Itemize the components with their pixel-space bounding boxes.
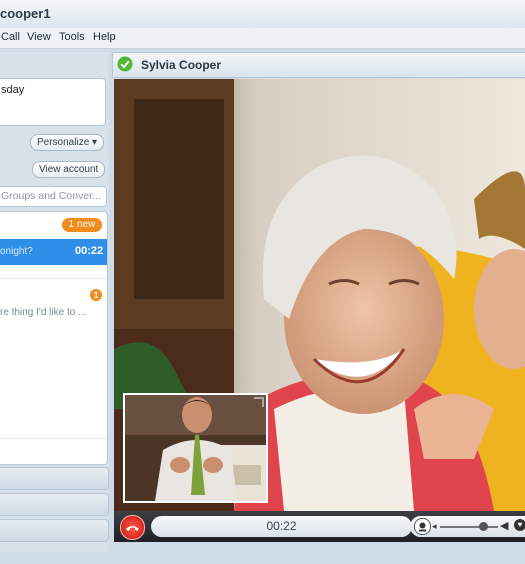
volume-knob[interactable] [479, 522, 488, 531]
resize-handle-icon[interactable] [254, 397, 264, 407]
menu-view[interactable]: View [27, 31, 51, 43]
hang-up-icon[interactable] [120, 515, 145, 540]
view-account-button[interactable]: View account [32, 161, 106, 178]
search-placeholder: Groups and Conver... [1, 190, 101, 202]
contact-name: Sylvia Cooper [141, 58, 222, 72]
speaker-low-icon: ◂ [432, 521, 437, 531]
call-timer: 00:22 [266, 519, 297, 533]
divider [0, 278, 107, 279]
menu-tools[interactable]: Tools [59, 31, 85, 43]
self-view-preview[interactable] [123, 393, 268, 503]
menu-help[interactable]: Help [93, 31, 116, 43]
video-feed[interactable] [114, 79, 525, 511]
skype-status-icon [117, 56, 133, 72]
mood-message-box[interactable]: sday [0, 78, 106, 126]
sidebar: sday Personalize ▾ View account Groups a… [0, 52, 109, 552]
window-titlebar: cooper1 [0, 0, 525, 29]
new-badge: 1 new [62, 218, 102, 232]
call-header: Sylvia Cooper [112, 52, 525, 78]
list-item-text: onight? [0, 246, 33, 257]
mood-text: sday [1, 84, 25, 96]
window-title: cooper1 [0, 6, 51, 21]
divider [0, 438, 107, 439]
speaker-high-icon: ◀ [500, 520, 509, 532]
list-item-preview[interactable]: re thing I'd like to ... [0, 307, 86, 318]
personalize-button[interactable]: Personalize ▾ [30, 134, 105, 151]
menu-call[interactable]: Call [1, 31, 20, 43]
unread-badge: 1 [90, 289, 102, 301]
call-timer-bar: 00:22 [151, 516, 412, 537]
call-controls: 00:22 ◂ ◀ ♥ [114, 511, 525, 542]
webcam-icon[interactable] [414, 518, 431, 535]
heart-icon[interactable]: ♥ [514, 519, 525, 531]
search-field[interactable]: Groups and Conver... [0, 186, 107, 207]
sidebar-section-bar[interactable] [0, 493, 109, 516]
list-item-active[interactable]: onight? 00:22 [0, 239, 107, 265]
menu-bar: Call View Tools Help [0, 28, 525, 49]
sidebar-section-bar[interactable] [0, 467, 109, 490]
call-toolbar: ◂ ◀ ♥ [410, 516, 525, 537]
recent-list: 1 new onight? 00:22 1 re thing I'd like … [0, 211, 108, 465]
volume-slider[interactable] [440, 522, 498, 531]
sidebar-section-bar[interactable] [0, 519, 109, 542]
list-item-time: 00:22 [75, 245, 104, 257]
call-area: Sylvia Cooper 00:22 ◂ ◀ ♥ [112, 52, 525, 552]
